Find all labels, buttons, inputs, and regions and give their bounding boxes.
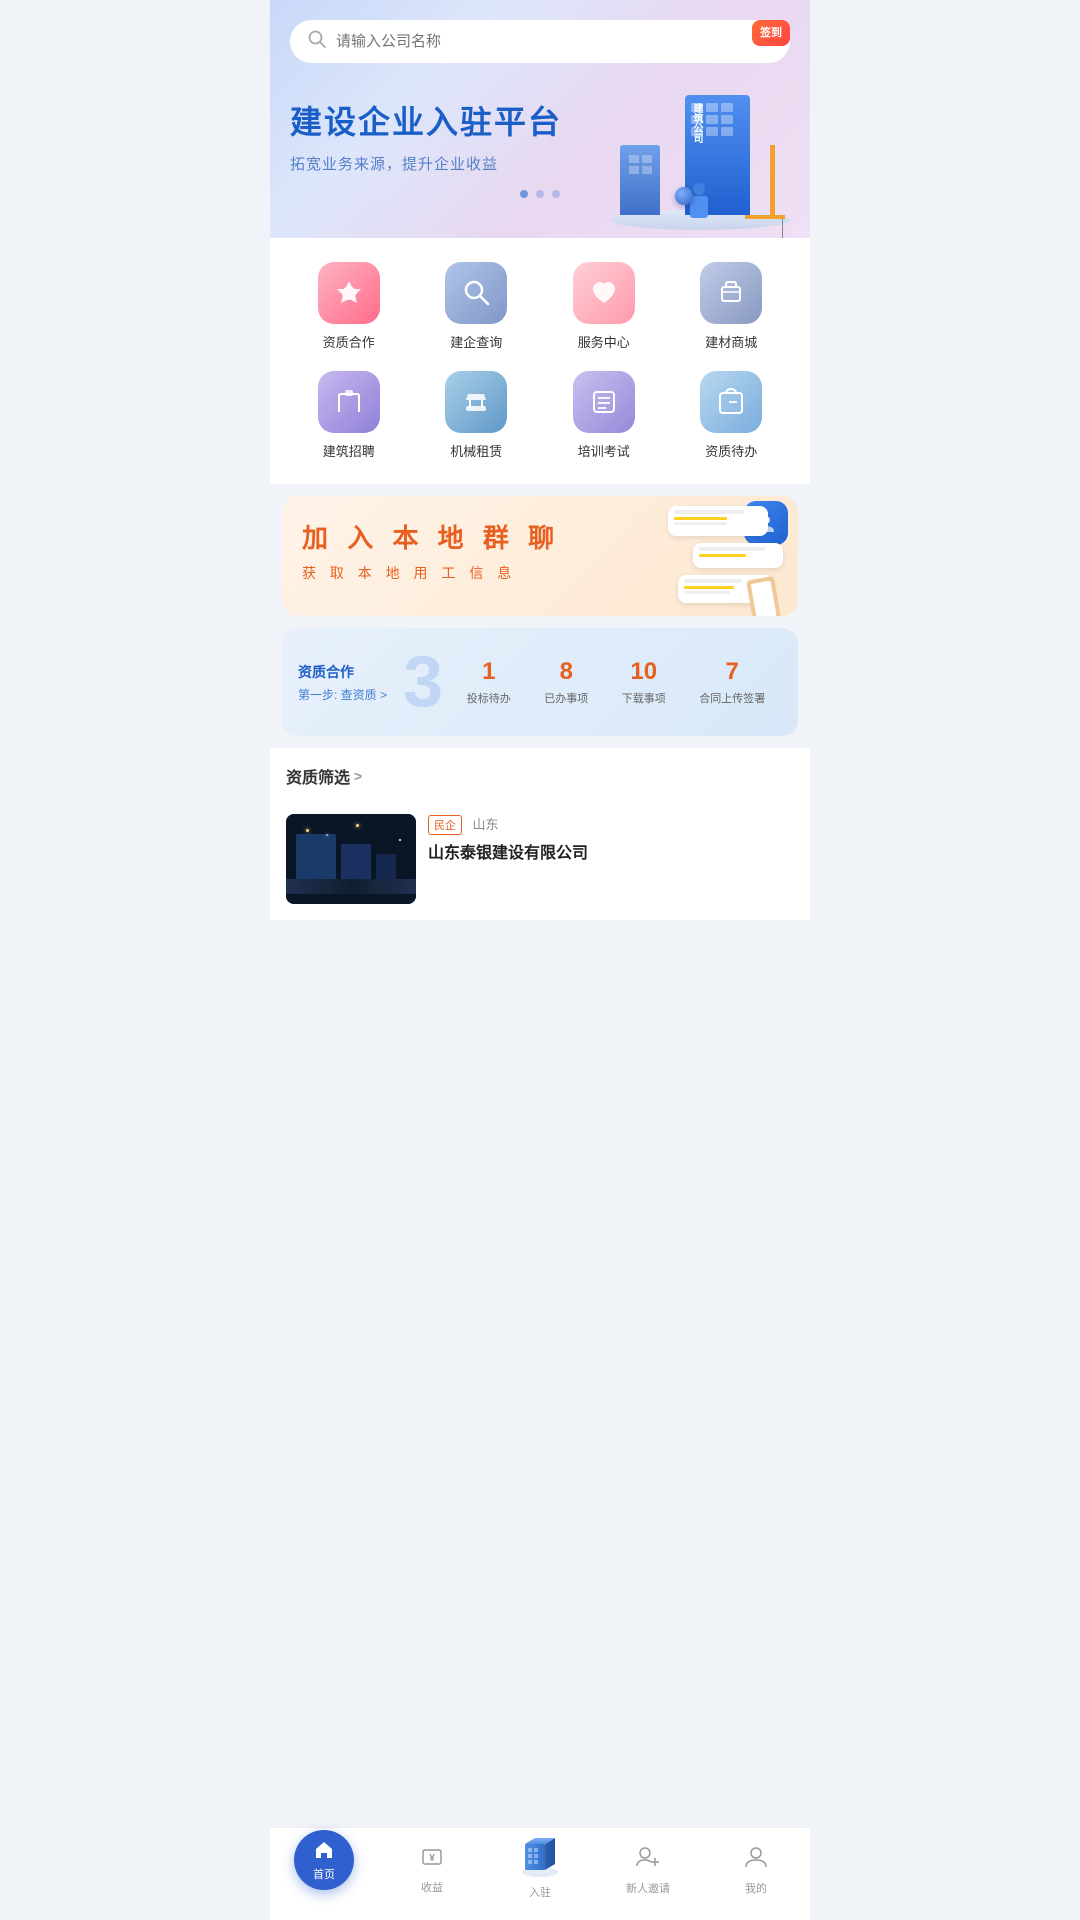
qualification-pending-label: 资质待办 <box>705 441 757 460</box>
income-icon: ¥ <box>420 1845 444 1875</box>
nav-item-mine[interactable]: 我的 <box>702 1840 810 1900</box>
chat-bubble-1 <box>668 506 768 536</box>
stat-label-1: 投标待办 <box>467 690 511 706</box>
menu-item-material[interactable]: 建材商城 <box>673 262 791 351</box>
training-icon <box>573 371 635 433</box>
service-label: 服务中心 <box>578 332 630 351</box>
qualification-label: 资质合作 <box>323 332 375 351</box>
stats-link[interactable]: 第一步: 查资质 > <box>298 686 398 703</box>
invite-label: 新人邀请 <box>626 1880 670 1896</box>
company-search-label: 建企查询 <box>450 332 502 351</box>
svg-text:¥: ¥ <box>429 1853 435 1864</box>
menu-item-service[interactable]: 服务中心 <box>545 262 663 351</box>
menu-item-qualification-pending[interactable]: 资质待办 <box>673 371 791 460</box>
material-label: 建材商城 <box>705 332 757 351</box>
join-label: 入驻 <box>529 1884 551 1900</box>
material-icon <box>700 262 762 324</box>
search-icon <box>308 30 326 53</box>
stat-num-1: 1 <box>482 658 495 686</box>
nav-item-income[interactable]: ¥ 收益 <box>378 1841 486 1899</box>
nav-item-join[interactable]: 入驻 <box>486 1826 594 1904</box>
company-info: 民企 山东 山东泰银建设有限公司 <box>428 814 794 863</box>
filter-title[interactable]: 资质筛选 > <box>286 764 794 788</box>
home-icon <box>313 1839 335 1866</box>
company-name: 山东泰银建设有限公司 <box>428 839 794 863</box>
stats-title: 资质合作 <box>298 662 398 682</box>
search-input[interactable] <box>336 33 772 50</box>
stat-label-3: 下载事项 <box>622 690 666 706</box>
company-search-icon <box>445 262 507 324</box>
dot-3[interactable] <box>552 190 560 198</box>
sign-in-label: 签到 <box>760 26 782 40</box>
service-icon <box>573 262 635 324</box>
company-card[interactable]: 民企 山东 山东泰银建设有限公司 <box>270 814 810 920</box>
search-bar[interactable] <box>290 20 790 63</box>
filter-section: 资质筛选 > <box>270 748 810 814</box>
menu-item-recruit[interactable]: 建筑招聘 <box>290 371 408 460</box>
menu-item-training[interactable]: 培训考试 <box>545 371 663 460</box>
stats-left: 资质合作 第一步: 查资质 > <box>298 662 398 703</box>
machinery-icon <box>445 371 507 433</box>
mine-label: 我的 <box>745 1880 767 1896</box>
home-label: 首页 <box>313 1866 335 1882</box>
dot-2[interactable] <box>536 190 544 198</box>
chat-illustration <box>648 501 788 611</box>
qualification-icon <box>318 262 380 324</box>
stats-big-num: 3 <box>403 646 440 718</box>
stat-label-2: 已办事项 <box>544 690 588 706</box>
menu-item-company-search[interactable]: 建企查询 <box>418 262 536 351</box>
recruit-icon <box>318 371 380 433</box>
stat-num-3: 10 <box>630 658 657 686</box>
machinery-label: 机械租赁 <box>450 441 502 460</box>
stat-label-4: 合同上传签署 <box>699 690 765 706</box>
company-tag: 民企 <box>428 815 462 835</box>
stat-num-2: 8 <box>560 658 573 686</box>
chat-bubble-2 <box>693 543 783 568</box>
stat-completed[interactable]: 8 已办事项 <box>544 658 588 706</box>
icons-section: 资质合作 建企查询 服务中心 <box>270 238 810 484</box>
stats-section: 资质合作 第一步: 查资质 > 3 1 投标待办 8 已办事项 10 下载事项 … <box>282 628 798 736</box>
chat-banner[interactable]: 加 入 本 地 群 聊 获 取 本 地 用 工 信 息 <box>282 496 798 616</box>
bottom-nav: 首页 ¥ 收益 <box>270 1827 810 1920</box>
dot-1[interactable] <box>520 190 528 198</box>
sign-in-badge[interactable]: 签到 <box>752 20 790 46</box>
hero-banner: 签到 建设企业入驻平台 拓宽业务来源，提升企业收益 建筑公司 <box>270 0 810 238</box>
stat-num-4: 7 <box>726 658 739 686</box>
stat-bid-pending[interactable]: 1 投标待办 <box>467 658 511 706</box>
join-icon <box>515 1830 565 1880</box>
menu-item-qualification[interactable]: 资质合作 <box>290 262 408 351</box>
invite-icon <box>635 1844 661 1876</box>
nav-item-invite[interactable]: 新人邀请 <box>594 1840 702 1900</box>
recruit-label: 建筑招聘 <box>323 441 375 460</box>
filter-chevron: > <box>354 768 362 784</box>
stat-contract[interactable]: 7 合同上传签署 <box>699 658 765 706</box>
company-thumbnail <box>286 814 416 904</box>
mine-icon <box>743 1844 769 1876</box>
hero-illustration: 建筑公司 <box>600 60 800 238</box>
stats-items: 1 投标待办 8 已办事项 10 下载事项 7 合同上传签署 <box>450 658 782 706</box>
income-label: 收益 <box>421 1879 443 1895</box>
menu-item-machinery[interactable]: 机械租赁 <box>418 371 536 460</box>
training-label: 培训考试 <box>578 441 630 460</box>
menu-grid: 资质合作 建企查询 服务中心 <box>290 262 790 460</box>
nav-item-home[interactable]: 首页 <box>270 1846 378 1894</box>
stat-download[interactable]: 10 下载事项 <box>622 658 666 706</box>
home-button[interactable]: 首页 <box>294 1830 354 1890</box>
qualification-pending-icon <box>700 371 762 433</box>
